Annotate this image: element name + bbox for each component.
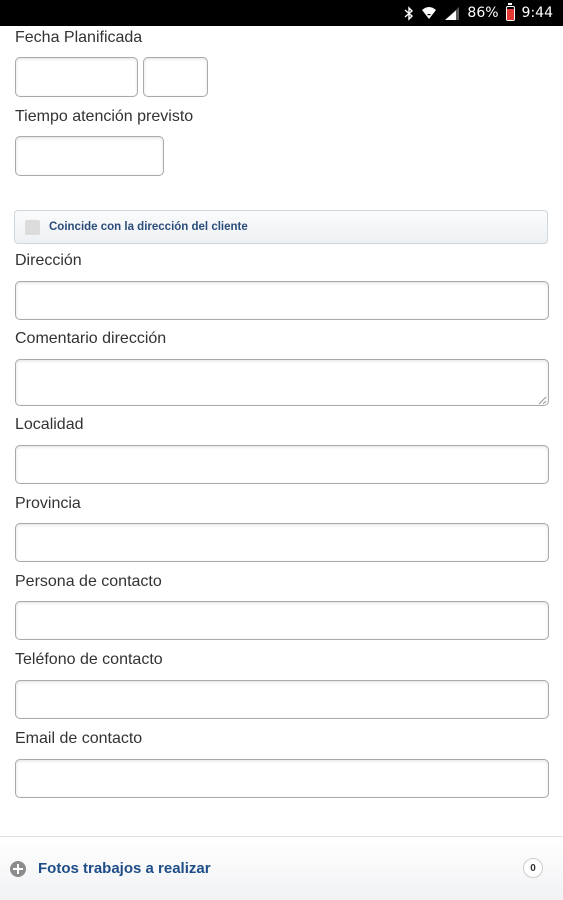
coincide-checkbox[interactable] [25,219,40,235]
fotos-title: Fotos trabajos a realizar [38,860,211,877]
signal-icon [444,6,460,20]
hora-input[interactable] [143,57,208,97]
direccion-input[interactable] [15,281,549,320]
bluetooth-icon [404,5,414,21]
comentario-direccion-textarea[interactable] [15,359,549,406]
persona-contacto-input[interactable] [15,601,549,640]
clock: 9:44 [521,5,553,21]
localidad-input[interactable] [15,445,549,484]
provincia-input[interactable] [15,523,549,562]
telefono-contacto-label: Teléfono de contacto [15,651,163,668]
tiempo-atencion-input[interactable] [15,136,164,176]
telefono-contacto-input[interactable] [15,680,549,719]
battery-icon [505,2,515,21]
battery-percent: 86% [467,5,499,21]
coincide-direccion-toggle[interactable]: Coincide con la dirección del cliente [14,210,548,244]
plus-circle-icon [10,860,26,877]
resize-grip-icon[interactable] [537,395,547,405]
tiempo-atencion-label: Tiempo atención previsto [15,108,194,125]
coincide-label: Coincide con la dirección del cliente [49,221,248,233]
fotos-count-badge: 0 [523,858,543,878]
localidad-label: Localidad [15,416,84,433]
provincia-label: Provincia [15,495,81,512]
wifi-icon [421,6,437,20]
fotos-collapsible-header[interactable]: Fotos trabajos a realizar 0 [0,837,563,900]
email-contacto-label: Email de contacto [15,730,143,747]
persona-contacto-label: Persona de contacto [15,573,162,590]
status-bar: 86% 9:44 [0,0,563,26]
comentario-direccion-label: Comentario dirección [15,330,167,347]
fecha-input[interactable] [15,57,138,97]
fecha-planificada-label: Fecha Planificada [15,29,143,46]
direccion-label: Dirección [15,252,82,269]
email-contacto-input[interactable] [15,759,549,798]
